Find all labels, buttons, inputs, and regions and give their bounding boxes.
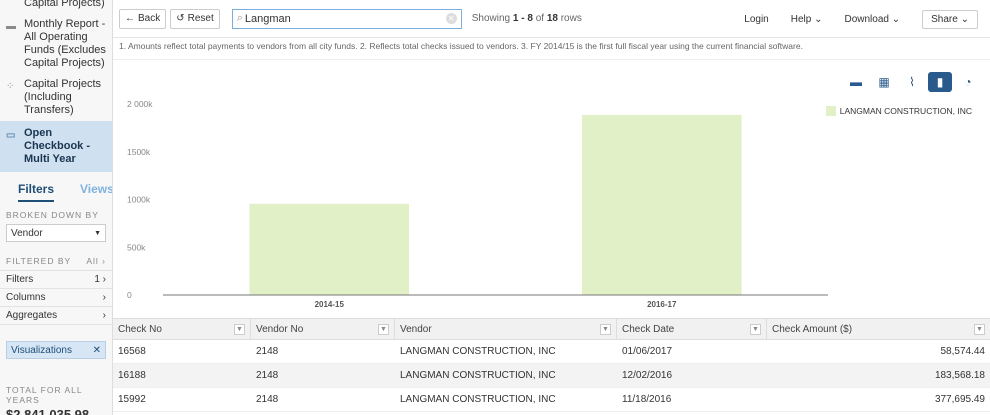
visualization-switcher: ▬ ▦ ⌇ ▮ ◔ bbox=[844, 72, 980, 92]
tab-views[interactable]: Views bbox=[80, 182, 112, 202]
bar bbox=[249, 203, 410, 295]
arrow-left-icon: ← bbox=[125, 13, 135, 24]
filters-row[interactable]: Filters 1 › bbox=[0, 270, 112, 289]
login-link[interactable]: Login bbox=[744, 14, 768, 25]
total-value: $2,841,035.98 bbox=[6, 407, 90, 415]
column-header[interactable]: Vendor No ▼ bbox=[251, 319, 395, 339]
legend-label: LANGMAN CONSTRUCTION, INC bbox=[839, 106, 972, 116]
undo-icon: ↺ bbox=[176, 13, 185, 24]
chevron-right-icon: › bbox=[102, 292, 106, 303]
x-tick-label: 2016-17 bbox=[647, 300, 677, 309]
table-row[interactable]: 16568 2148 LANGMAN CONSTRUCTION, INC 01/… bbox=[113, 340, 990, 364]
nav-item-open-checkbook[interactable]: ▭ Open Checkbook - Multi Year bbox=[0, 121, 112, 172]
checkbook-icon: ▭ bbox=[6, 130, 16, 141]
broken-down-by-label: BROKEN DOWN BY bbox=[6, 210, 99, 220]
clear-icon[interactable]: ✕ bbox=[445, 13, 457, 24]
sort-caret-icon: ▼ bbox=[234, 323, 245, 335]
sort-caret-icon: ▼ bbox=[600, 323, 611, 335]
nav-item-capital-projects[interactable]: ⁘ Capital Projects (Including Transfers) bbox=[0, 74, 112, 121]
nav-item-label: Open Checkbook - Multi Year bbox=[24, 127, 91, 165]
pie-chart-icon[interactable]: ◔ bbox=[956, 72, 980, 92]
close-icon[interactable]: ✕ bbox=[93, 345, 101, 356]
column-header[interactable]: Check Date ▼ bbox=[617, 319, 767, 339]
y-tick-label: 500k bbox=[127, 242, 146, 252]
column-header[interactable]: Check No ▼ bbox=[113, 319, 251, 339]
line-chart-icon[interactable]: ⌇ bbox=[900, 72, 924, 92]
y-tick-label: 1000k bbox=[127, 195, 151, 205]
data-table: Check No ▼ Vendor No ▼ Vendor ▼ Check Date ▼… bbox=[113, 318, 990, 412]
nav-item-capital-projects-partial[interactable]: Capital Projects) bbox=[0, 0, 112, 14]
download-menu[interactable]: Download ⌄ bbox=[844, 14, 900, 25]
sidebar: Capital Projects) ▬ Monthly Report - All… bbox=[0, 0, 113, 415]
caret-down-icon: ▼ bbox=[94, 229, 101, 237]
filter-count: 1 bbox=[94, 274, 100, 285]
chart-legend: LANGMAN CONSTRUCTION, INC bbox=[825, 106, 972, 116]
reset-button[interactable]: ↺ Reset bbox=[170, 8, 220, 29]
nav-item-label: Capital Projects (Including Transfers) bbox=[24, 78, 102, 116]
toolbar: ← Back ↺ Reset ⌕ Langman ✕ Showing 1 - 8… bbox=[113, 0, 990, 38]
top-menu: Login Help ⌄ Download ⌄ Share ⌄ bbox=[744, 0, 990, 38]
y-tick-label: 0 bbox=[127, 290, 132, 300]
chevron-right-icon: › bbox=[102, 310, 106, 321]
scatter-icon: ⁘ bbox=[6, 81, 15, 92]
search-icon: ⌕ bbox=[236, 12, 243, 24]
share-menu[interactable]: Share ⌄ bbox=[922, 9, 978, 29]
column-header[interactable]: Check Amount ($) ▼ bbox=[767, 319, 990, 339]
column-header[interactable]: Vendor ▼ bbox=[395, 319, 617, 339]
broken-down-by-select[interactable]: Vendor ▼ bbox=[6, 224, 106, 242]
aggregates-row[interactable]: Aggregates › bbox=[0, 307, 112, 325]
nav-item-label: Capital Projects) bbox=[24, 0, 105, 9]
y-tick-label: 1500k bbox=[127, 147, 151, 157]
table-row[interactable]: 16188 2148 LANGMAN CONSTRUCTION, INC 12/… bbox=[113, 364, 990, 388]
main-panel: ← Back ↺ Reset ⌕ Langman ✕ Showing 1 - 8… bbox=[113, 0, 990, 415]
chevron-down-icon: ⌄ bbox=[814, 13, 823, 25]
all-link[interactable]: All › bbox=[86, 256, 106, 266]
y-tick-label: 2 000k bbox=[127, 99, 153, 109]
table-view-icon[interactable]: ▬ bbox=[844, 72, 868, 92]
sort-caret-icon: ▼ bbox=[974, 323, 985, 335]
help-menu[interactable]: Help ⌄ bbox=[791, 14, 823, 25]
sidebar-tabs: Filters Views bbox=[0, 172, 112, 202]
bar-chart-icon[interactable]: ▮ bbox=[928, 72, 952, 92]
tab-filters[interactable]: Filters bbox=[18, 182, 55, 202]
sort-caret-icon: ▼ bbox=[750, 323, 761, 335]
table-header: Check No ▼ Vendor No ▼ Vendor ▼ Check Date ▼… bbox=[113, 318, 990, 340]
legend-swatch bbox=[825, 106, 836, 116]
filtered-by-label: FILTERED BY All › bbox=[6, 256, 106, 266]
search-input[interactable]: ⌕ Langman ✕ bbox=[231, 8, 462, 29]
bar bbox=[581, 114, 742, 296]
chevron-down-icon: ⌄ bbox=[960, 13, 969, 25]
footnote: 1. Amounts reflect total payments to ven… bbox=[113, 38, 990, 60]
pivot-view-icon[interactable]: ▦ bbox=[872, 72, 896, 92]
visualizations-chip[interactable]: Visualizations ✕ bbox=[6, 341, 106, 359]
row-count: Showing 1 - 8 of 18 rows bbox=[471, 13, 582, 24]
nav-item-label: Monthly Report - All Operating Funds (Ex… bbox=[24, 18, 106, 69]
total-label: TOTAL FOR ALL YEARS bbox=[6, 385, 83, 405]
nav-item-monthly-report[interactable]: ▬ Monthly Report - All Operating Funds (… bbox=[0, 14, 112, 74]
back-button[interactable]: ← Back bbox=[119, 8, 167, 29]
bar-chart: 0 500k 1000k 1500k 2 000k 2014-15 2016-17 bbox=[127, 99, 828, 309]
table-row[interactable]: 15992 2148 LANGMAN CONSTRUCTION, INC 11/… bbox=[113, 388, 990, 412]
report-icon: ▬ bbox=[6, 21, 16, 32]
chevron-right-icon: › bbox=[102, 274, 106, 285]
columns-row[interactable]: Columns › bbox=[0, 289, 112, 307]
sort-caret-icon: ▼ bbox=[378, 323, 389, 335]
x-tick-label: 2014-15 bbox=[315, 300, 345, 309]
chevron-down-icon: ⌄ bbox=[891, 13, 901, 25]
